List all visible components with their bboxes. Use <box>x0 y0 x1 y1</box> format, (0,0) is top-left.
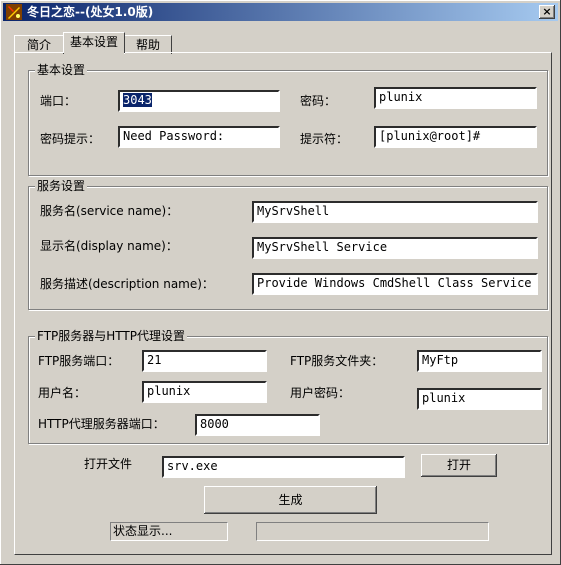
http-proxy-port-input[interactable]: 8000 <box>195 414 320 436</box>
service-name-label: 服务名(service name)： <box>40 204 179 218</box>
status-text: 状态显示... <box>110 522 228 541</box>
prompt-input[interactable]: [plunix@root]# <box>374 126 537 148</box>
open-file-label: 打开文件 <box>84 457 133 471</box>
service-settings-title: 服务设置 <box>35 178 88 194</box>
progress-bar <box>256 522 489 541</box>
password-hint-input[interactable]: Need Password: <box>118 126 280 148</box>
username-input[interactable]: plunix <box>142 381 267 403</box>
ftp-folder-label: FTP服务文件夹： <box>290 354 384 368</box>
password-hint-label: 密码提示： <box>40 132 101 146</box>
ftp-http-title: FTP服务器与HTTP代理设置 <box>35 328 187 344</box>
display-name-label: 显示名(display name)： <box>40 239 178 253</box>
user-password-input[interactable]: plunix <box>417 388 542 410</box>
prompt-label: 提示符： <box>300 132 349 146</box>
password-input[interactable]: plunix <box>374 87 537 109</box>
ftp-port-input[interactable]: 21 <box>142 350 267 372</box>
app-icon <box>6 4 22 20</box>
open-button[interactable]: 打开 <box>421 454 497 477</box>
password-label: 密码： <box>300 94 337 108</box>
http-proxy-port-label: HTTP代理服务器端口： <box>38 417 165 431</box>
display-name-input[interactable]: MySrvShell Service <box>252 237 538 259</box>
basic-settings-title: 基本设置 <box>35 62 88 78</box>
ftp-port-label: FTP服务端口： <box>38 354 120 368</box>
user-password-label: 用户密码： <box>290 386 351 400</box>
tab-basic-settings[interactable]: 基本设置 <box>63 32 125 53</box>
username-label: 用户名： <box>38 386 87 400</box>
basic-settings-group: 基本设置 <box>28 62 548 176</box>
port-input[interactable]: 3043 <box>118 90 280 112</box>
description-input[interactable]: Provide Windows CmdShell Class Service <box>252 273 538 295</box>
file-path-input[interactable]: srv.exe <box>162 456 405 478</box>
close-button[interactable]: × <box>539 5 555 19</box>
title-bar[interactable]: 冬日之恋--(处女1.0版) × <box>3 3 558 21</box>
description-label: 服务描述(description name)： <box>40 277 214 291</box>
ftp-folder-input[interactable]: MyFtp <box>417 350 542 372</box>
window-title: 冬日之恋--(处女1.0版) <box>27 5 154 19</box>
port-label: 端口： <box>40 94 77 108</box>
service-name-input[interactable]: MySrvShell <box>252 201 538 223</box>
main-window: 冬日之恋--(处女1.0版) × 简介 基本设置 帮助 基本设置 端口： 304… <box>0 0 561 565</box>
generate-button[interactable]: 生成 <box>204 486 377 514</box>
